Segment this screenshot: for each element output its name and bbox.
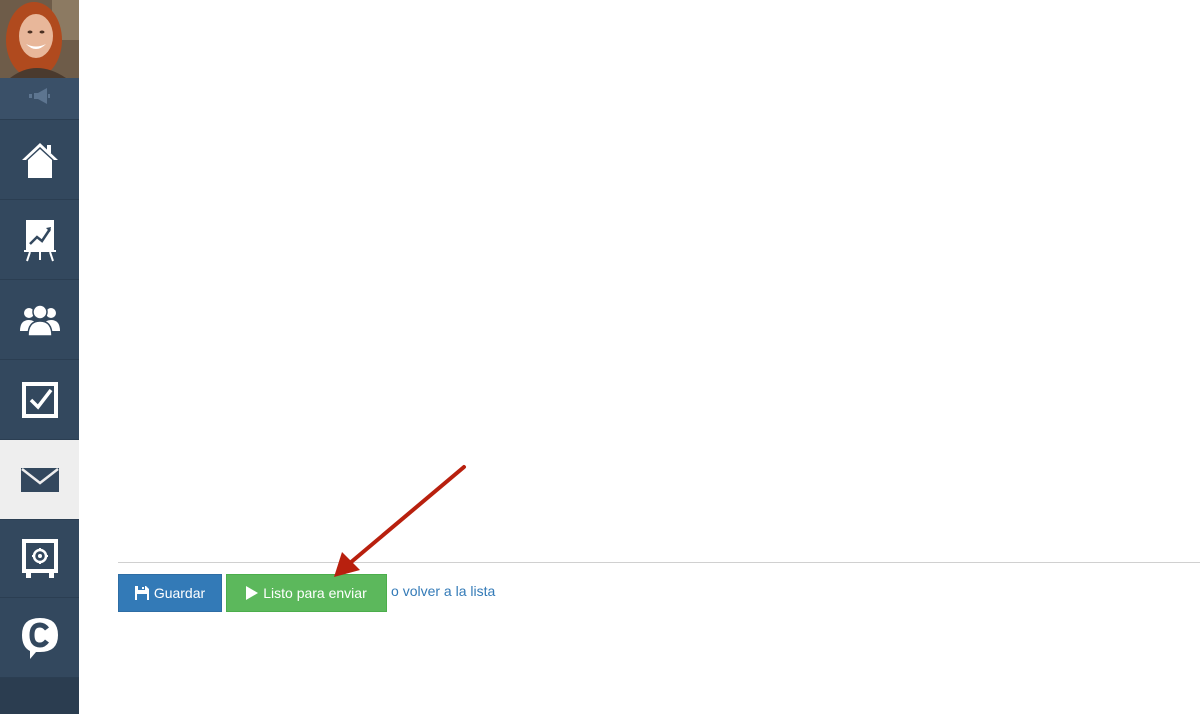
sidebar-item-vault[interactable] [0, 518, 79, 598]
home-icon [20, 140, 60, 180]
save-button[interactable]: Guardar [118, 574, 222, 612]
safe-icon [20, 537, 60, 579]
floppy-disk-icon [134, 586, 149, 600]
avatar[interactable] [0, 0, 79, 78]
users-group-icon [19, 303, 61, 337]
notify-row[interactable] [0, 78, 79, 120]
sidebar-footer [0, 678, 79, 714]
chat-c-icon [20, 616, 60, 660]
sidebar-item-chat[interactable] [0, 598, 79, 678]
sidebar-item-reports[interactable] [0, 200, 79, 280]
annotation-arrow [334, 465, 466, 577]
sidebar [0, 0, 79, 714]
sidebar-item-contacts[interactable] [0, 280, 79, 360]
envelope-icon [20, 467, 60, 493]
form-divider [118, 562, 1200, 563]
play-icon [246, 586, 259, 600]
sidebar-item-home[interactable] [0, 120, 79, 200]
sidebar-item-tasks[interactable] [0, 360, 79, 440]
megaphone-icon[interactable] [28, 88, 52, 109]
sidebar-item-email[interactable] [0, 440, 79, 520]
chart-board-icon [22, 218, 58, 262]
checkbox-icon [20, 380, 60, 420]
save-button-label: Guardar [153, 585, 206, 601]
